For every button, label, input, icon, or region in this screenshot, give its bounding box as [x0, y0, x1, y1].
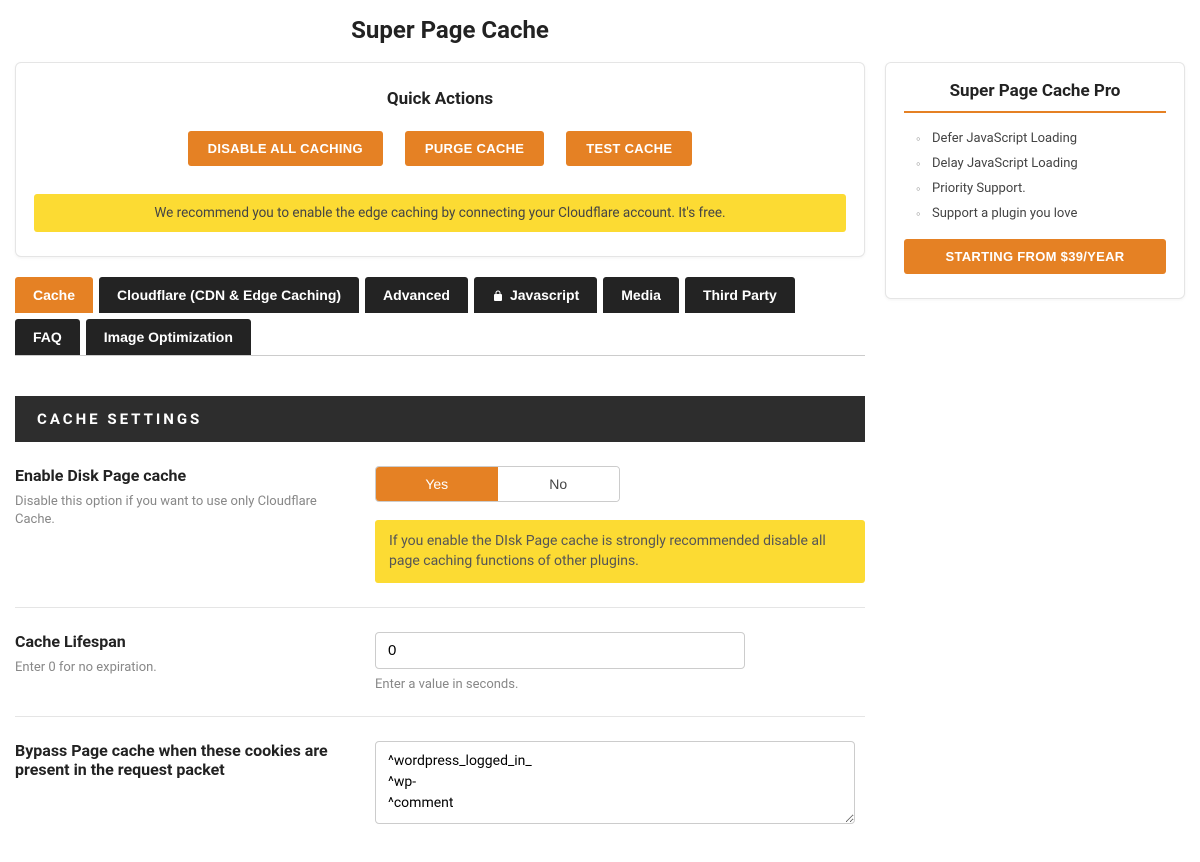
tab-image-optimization[interactable]: Image Optimization [86, 319, 251, 355]
pro-feature-item: Delay JavaScript Loading [916, 156, 1166, 171]
pro-divider [904, 111, 1166, 113]
disable-caching-button[interactable]: DISABLE ALL CACHING [188, 131, 383, 166]
tab-cloudflare[interactable]: Cloudflare (CDN & Edge Caching) [99, 277, 359, 313]
quick-actions-card: Quick Actions DISABLE ALL CACHING PURGE … [15, 62, 865, 257]
lifespan-desc: Enter 0 for no expiration. [15, 659, 355, 677]
pro-sidebar-card: Super Page Cache Pro Defer JavaScript Lo… [885, 62, 1185, 299]
pro-cta-button[interactable]: STARTING FROM $39/YEAR [904, 239, 1166, 274]
purge-cache-button[interactable]: PURGE CACHE [405, 131, 544, 166]
pro-feature-item: Defer JavaScript Loading [916, 131, 1166, 146]
disk-cache-label: Enable Disk Page cache [15, 466, 355, 485]
lifespan-input[interactable] [375, 632, 745, 669]
disk-cache-desc: Disable this option if you want to use o… [15, 493, 355, 529]
pro-feature-list: Defer JavaScript Loading Delay JavaScrip… [916, 131, 1166, 221]
tab-cache[interactable]: Cache [15, 277, 93, 313]
pro-feature-item: Priority Support. [916, 181, 1166, 196]
tab-javascript[interactable]: Javascript [474, 277, 597, 313]
disk-cache-toggle: Yes No [375, 466, 620, 502]
tabs-nav: Cache Cloudflare (CDN & Edge Caching) Ad… [15, 277, 865, 356]
lock-icon [492, 289, 504, 301]
bypass-textarea[interactable] [375, 741, 855, 824]
page-title: Super Page Cache [15, 16, 885, 44]
tab-third-party[interactable]: Third Party [685, 277, 795, 313]
test-cache-button[interactable]: TEST CACHE [566, 131, 692, 166]
bypass-label: Bypass Page cache when these cookies are… [15, 741, 355, 779]
setting-row-disk-cache: Enable Disk Page cache Disable this opti… [15, 442, 865, 608]
disk-cache-warning: If you enable the DIsk Page cache is str… [375, 520, 865, 583]
setting-row-lifespan: Cache Lifespan Enter 0 for no expiration… [15, 608, 865, 717]
section-header-cache-settings: CACHE SETTINGS [15, 396, 865, 442]
disk-cache-no[interactable]: No [498, 467, 620, 501]
pro-feature-item: Support a plugin you love [916, 206, 1166, 221]
disk-cache-yes[interactable]: Yes [376, 467, 498, 501]
cloudflare-recommend-alert: We recommend you to enable the edge cach… [34, 194, 846, 232]
setting-row-bypass: Bypass Page cache when these cookies are… [15, 717, 865, 852]
tab-javascript-label: Javascript [510, 287, 579, 303]
pro-title: Super Page Cache Pro [904, 81, 1166, 101]
lifespan-label: Cache Lifespan [15, 632, 355, 651]
tab-media[interactable]: Media [603, 277, 679, 313]
tab-faq[interactable]: FAQ [15, 319, 80, 355]
lifespan-help: Enter a value in seconds. [375, 677, 865, 692]
quick-actions-title: Quick Actions [34, 89, 846, 109]
tab-advanced[interactable]: Advanced [365, 277, 468, 313]
